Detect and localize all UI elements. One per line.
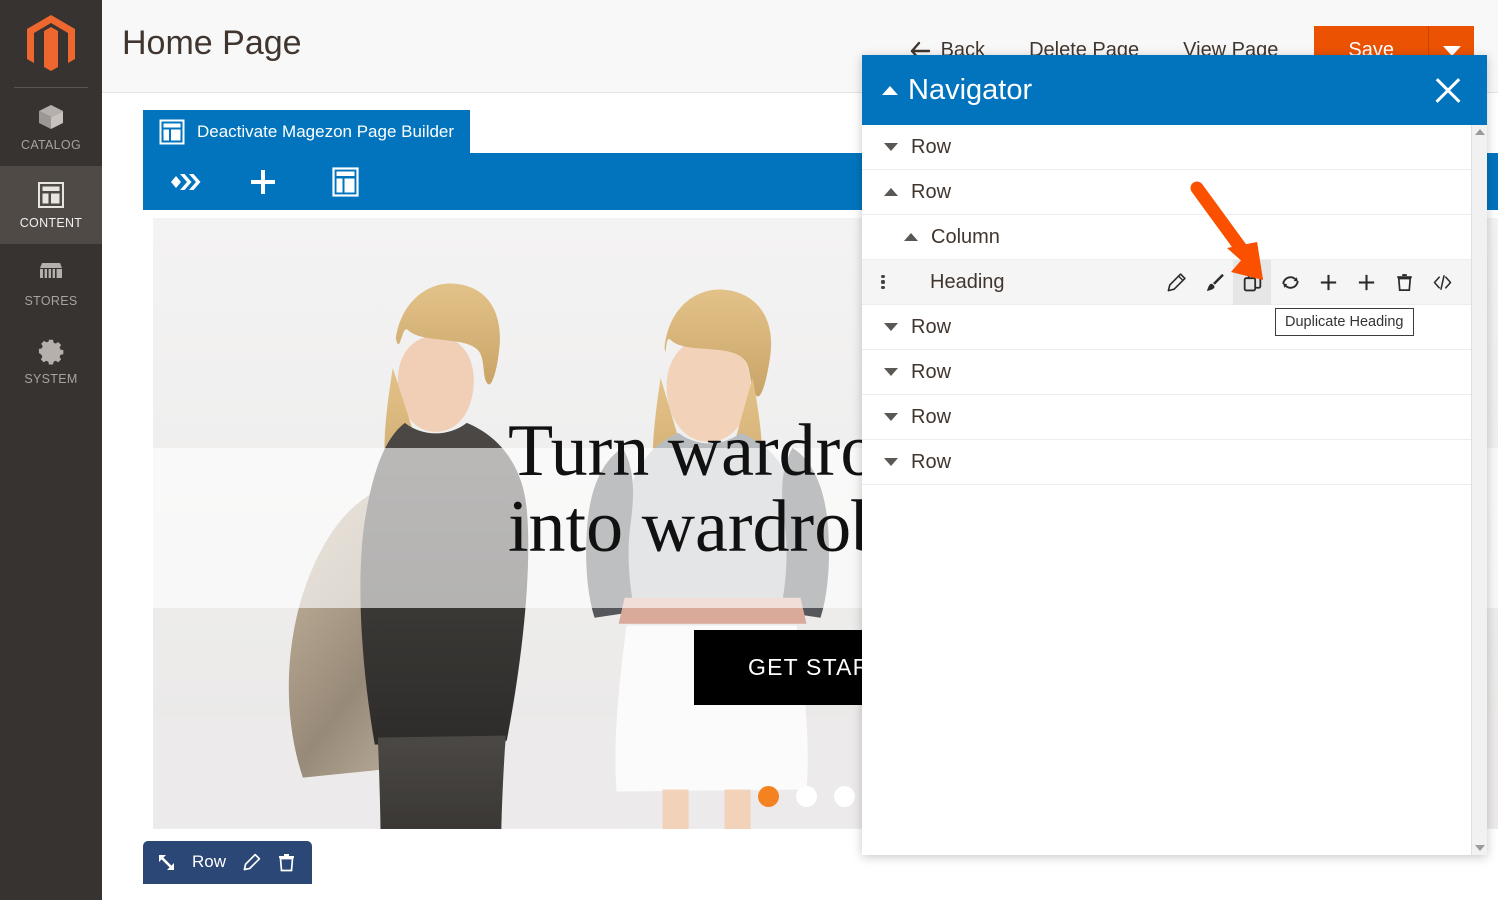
gear-icon [38,339,64,365]
tree-item-heading[interactable]: Heading [862,259,1471,305]
trash-icon[interactable] [277,853,296,872]
edit-icon[interactable] [1157,260,1195,305]
tree-item-label: Row [911,315,952,338]
box-icon [39,105,63,129]
magezon-logo-icon[interactable] [165,165,201,199]
chevron-up-icon[interactable] [882,85,898,95]
tree-item-label: Row [911,180,952,203]
layout-icon [38,182,64,208]
code-icon[interactable] [1423,260,1461,305]
chevron-down-icon[interactable] [884,413,898,421]
navigator-header: Navigator [862,55,1487,125]
sidebar-item-label: STORES [24,294,78,308]
duplicate-icon[interactable] [1233,259,1271,305]
tree-item-label: Row [911,360,952,383]
tree-item-label: Row [911,450,952,473]
add-before-icon[interactable] [1309,260,1347,305]
sidebar-item-label: CATALOG [21,138,81,152]
navigator-title: Navigator [908,73,1033,106]
tree-item-label: Heading [930,270,1005,293]
navigator-body: Row Row Column Heading Row Row Row Row [862,125,1487,855]
refresh-icon[interactable] [1271,260,1309,305]
carousel-dots [758,786,855,807]
tree-item-row[interactable]: Row [862,125,1471,170]
carousel-dot[interactable] [758,786,779,807]
carousel-dot[interactable] [796,786,817,807]
tree-item-row[interactable]: Row [862,395,1471,440]
tree-item-actions [1157,259,1461,305]
chevron-down-icon[interactable] [884,143,898,151]
sidebar-item-catalog[interactable]: CATALOG [0,88,102,166]
row-badge[interactable]: Row [143,841,313,884]
chevron-up-icon[interactable] [884,188,898,196]
sidebar-item-label: SYSTEM [24,372,78,386]
sidebar-item-content[interactable]: CONTENT [0,166,102,244]
carousel-dot[interactable] [834,786,855,807]
sidebar-item-label: CONTENT [19,216,83,230]
chevron-down-icon[interactable] [884,368,898,376]
navigator-panel: Navigator Row Row Column Heading Row Row… [862,55,1487,855]
tree-item-row[interactable]: Row [862,440,1471,485]
magento-logo-icon [27,15,75,71]
style-brush-icon[interactable] [1195,260,1233,305]
trash-icon[interactable] [1385,260,1423,305]
tree-item-label: Column [931,225,1000,248]
chevron-down-icon [1442,45,1461,56]
page-title: Home Page [122,24,302,62]
duplicate-tooltip: Duplicate Heading [1275,308,1414,336]
add-after-icon[interactable] [1347,260,1385,305]
move-icon[interactable] [157,853,176,872]
navigator-toggle-icon[interactable] [325,165,361,199]
navigator-tree: Row Row Column Heading Row Row Row Row [862,125,1471,855]
magento-logo[interactable] [0,0,102,88]
deactivate-label: Deactivate Magezon Page Builder [197,122,455,141]
close-icon[interactable] [1431,73,1465,107]
chevron-down-icon[interactable] [884,323,898,331]
tree-item-label: Row [911,135,952,158]
add-element-icon[interactable] [245,165,281,199]
tree-item-row[interactable]: Row [862,170,1471,215]
sidebar-item-stores[interactable]: STORES [0,244,102,322]
tree-item-row[interactable]: Row [862,350,1471,395]
chevron-up-icon[interactable] [904,233,918,241]
chevron-down-icon[interactable] [884,458,898,466]
tree-item-column[interactable]: Column [862,215,1471,260]
scroll-up-icon[interactable] [1474,129,1485,135]
navigator-scrollbar[interactable] [1471,125,1487,855]
admin-page: CATALOG CONTENT STORES SYSTEM Home Page … [0,0,1498,900]
drag-handle-icon[interactable] [870,274,896,290]
sidebar-item-system[interactable]: SYSTEM [0,322,102,400]
scroll-down-icon[interactable] [1474,845,1485,851]
row-badge-label: Row [192,852,227,871]
storefront-icon [40,263,62,278]
tree-item-label: Row [911,405,952,428]
edit-icon[interactable] [242,853,261,872]
layout-icon [159,119,185,145]
admin-sidebar: CATALOG CONTENT STORES SYSTEM [0,0,102,900]
deactivate-pagebuilder-button[interactable]: Deactivate Magezon Page Builder [143,110,471,154]
